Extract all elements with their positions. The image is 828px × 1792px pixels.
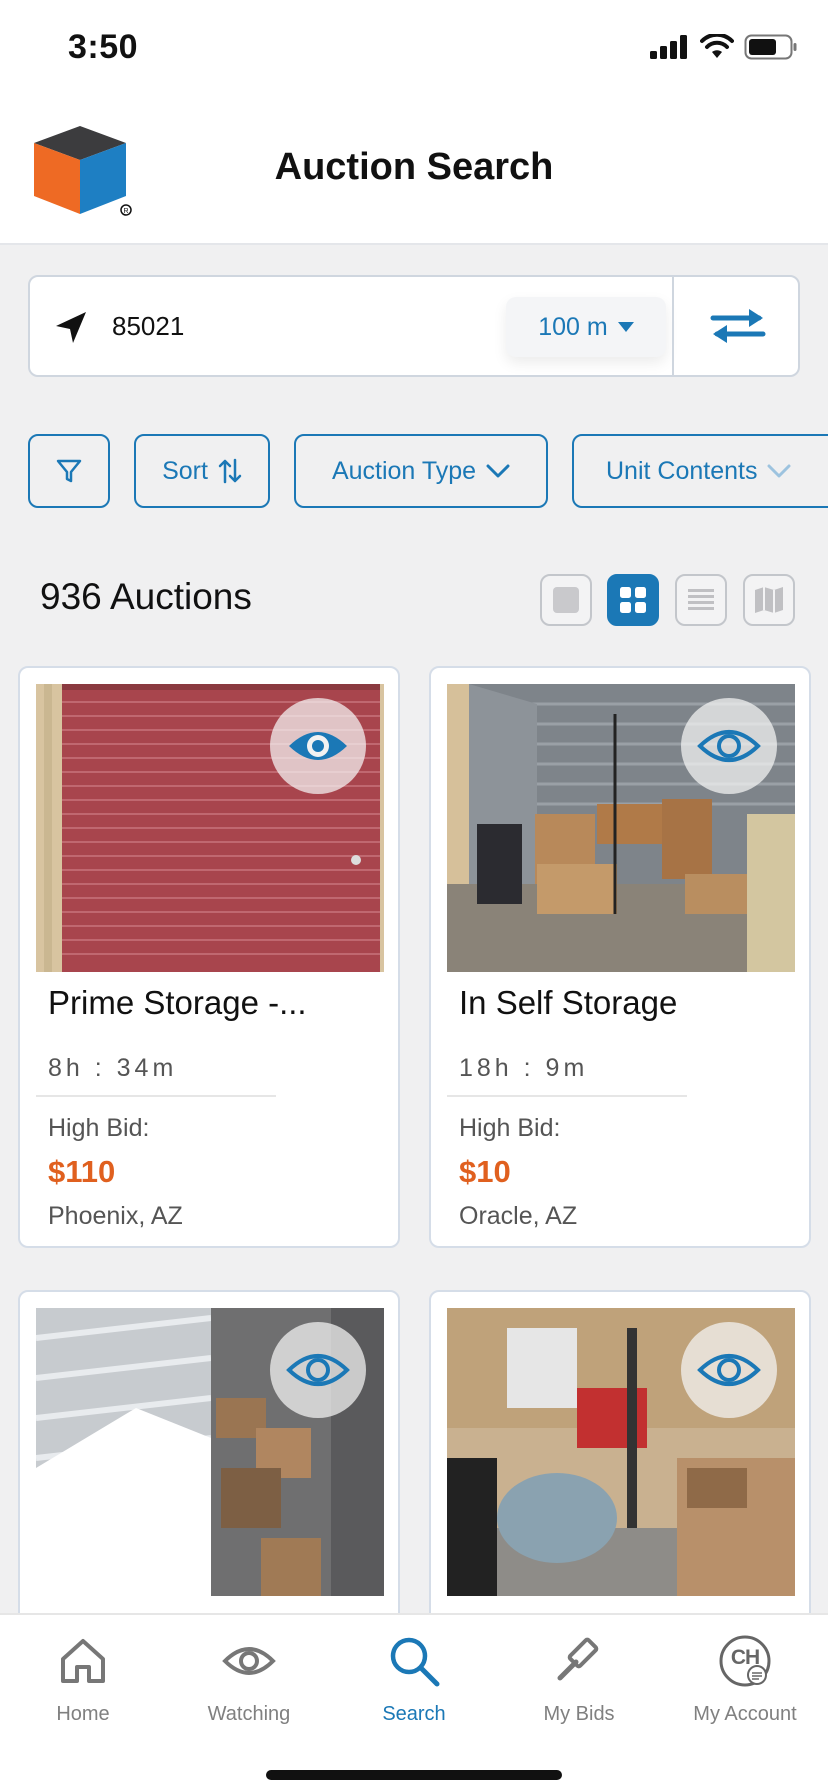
status-time: 3:50 — [68, 28, 139, 66]
results-count: 936 Auctions — [40, 576, 252, 617]
watch-button[interactable] — [681, 1322, 777, 1418]
watch-button[interactable] — [270, 1322, 366, 1418]
view-single-button[interactable] — [540, 574, 592, 626]
divider — [672, 277, 674, 375]
radius-dropdown[interactable]: 100 m — [506, 297, 666, 357]
eye-icon — [222, 1647, 276, 1675]
tab-watching[interactable]: Watching — [166, 1633, 332, 1743]
status-bar: 3:50 — [0, 0, 828, 100]
swap-button[interactable] — [675, 277, 800, 375]
sort-button[interactable]: Sort — [134, 434, 270, 508]
watch-button[interactable] — [681, 698, 777, 794]
facility-name: In Self Storage — [459, 984, 678, 1021]
divider — [36, 1095, 276, 1097]
view-list-button[interactable] — [675, 574, 727, 626]
tab-my-bids[interactable]: My Bids — [496, 1633, 662, 1743]
swap-arrows-icon — [710, 309, 765, 343]
sort-label: Sort — [162, 456, 208, 485]
filters-row: Sort Auction Type Unit Contents — [28, 434, 828, 508]
sort-arrows-icon — [218, 458, 242, 484]
home-icon — [61, 1639, 105, 1683]
radius-value: 100 m — [538, 312, 608, 341]
map-icon — [755, 587, 783, 613]
auction-card[interactable]: Prime Storage -... 8h : 34m High Bid: $1… — [18, 666, 400, 1248]
view-map-button[interactable] — [743, 574, 795, 626]
eye-icon — [289, 732, 347, 760]
view-grid-button[interactable] — [607, 574, 659, 626]
status-icons — [650, 34, 798, 60]
tab-label: Search — [382, 1703, 446, 1725]
account-initials: CH — [730, 1646, 760, 1669]
tab-home[interactable]: Home — [0, 1633, 166, 1743]
high-bid-label: High Bid: — [459, 1114, 561, 1142]
filter-button[interactable] — [28, 434, 110, 508]
chevron-down-icon — [486, 464, 510, 478]
tab-label: My Bids — [543, 1703, 615, 1725]
wifi-icon — [700, 34, 734, 58]
card-location: Phoenix, AZ — [48, 1202, 183, 1230]
home-indicator — [266, 1770, 562, 1780]
eye-icon — [697, 1354, 761, 1386]
unit-contents-dropdown[interactable]: Unit Contents — [572, 434, 828, 508]
cellular-signal-icon — [650, 35, 687, 59]
zip-code-value[interactable]: 85021 — [112, 311, 184, 342]
high-bid-value: $10 — [459, 1154, 511, 1189]
location-arrow-icon — [56, 312, 86, 343]
unit-contents-label: Unit Contents — [606, 456, 758, 485]
auction-type-dropdown[interactable]: Auction Type — [294, 434, 548, 508]
results-toolbar: 936 Auctions — [0, 560, 828, 640]
facility-name: Prime Storage -... — [48, 984, 307, 1021]
caret-down-icon — [617, 322, 634, 332]
tab-label: My Account — [693, 1703, 797, 1725]
single-view-icon — [553, 587, 579, 613]
card-location: Oracle, AZ — [459, 1202, 578, 1230]
time-remaining: 8h : 34m — [48, 1054, 178, 1082]
auction-type-label: Auction Type — [331, 456, 477, 485]
search-icon — [390, 1637, 440, 1687]
funnel-icon — [56, 459, 82, 483]
svg-text:R: R — [123, 208, 128, 215]
chevron-down-icon — [767, 464, 791, 478]
watch-button[interactable] — [270, 698, 366, 794]
gavel-icon — [557, 1637, 599, 1681]
auction-card[interactable]: In Self Storage 18h : 9m High Bid: $10 O… — [429, 666, 811, 1248]
location-search-bar[interactable]: 85021 100 m — [28, 275, 800, 377]
grid-view-icon — [620, 587, 646, 613]
eye-icon — [697, 730, 761, 762]
battery-icon — [744, 34, 797, 60]
high-bid-label: High Bid: — [48, 1114, 150, 1142]
eye-icon — [286, 1354, 350, 1386]
list-view-icon — [688, 589, 714, 610]
tab-label: Home — [56, 1703, 110, 1725]
bottom-tab-bar: Home Watching Search My Bids CH My Accou… — [0, 1613, 828, 1792]
time-remaining: 18h : 9m — [459, 1054, 589, 1082]
page-title: Auction Search — [274, 146, 554, 188]
divider — [447, 1095, 687, 1097]
tab-my-account[interactable]: CH My Account — [662, 1633, 828, 1743]
tab-label: Watching — [207, 1703, 291, 1725]
tab-search[interactable]: Search — [331, 1633, 497, 1743]
app-header: R Auction Search — [0, 100, 828, 245]
high-bid-value: $110 — [48, 1154, 116, 1189]
